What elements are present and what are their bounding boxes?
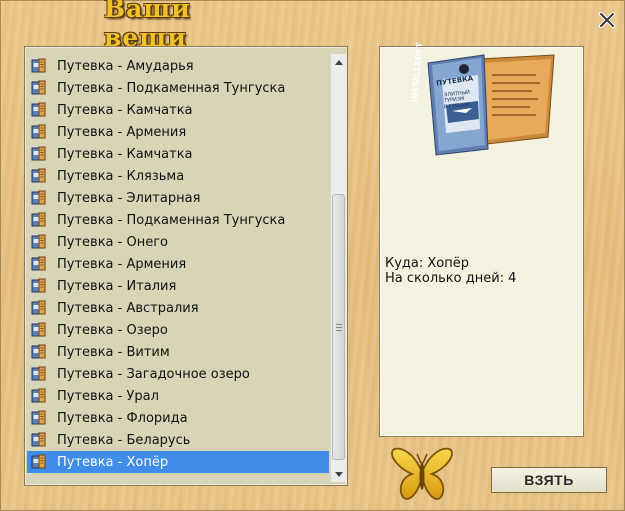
items-list: Путевка - Амударья Путевка - Подкаменная… (27, 55, 329, 473)
list-item-label: Путевка - Армения (57, 256, 187, 272)
items-list-panel: Путевка - Амударья Путевка - Подкаменная… (24, 46, 348, 486)
list-item[interactable]: Путевка - Элитарная (27, 187, 329, 209)
brochure-image (427, 54, 555, 156)
list-item-label: Путевка - Загадочное озеро (57, 366, 250, 382)
list-item-label: Путевка - Австралия (57, 300, 199, 316)
voucher-icon (31, 168, 46, 183)
list-item-label: Путевка - Онего (57, 234, 168, 250)
list-item-label: Путевка - Озеро (57, 322, 168, 338)
scroll-thumb[interactable] (332, 194, 345, 460)
list-item[interactable]: Путевка - Камчатка (27, 99, 329, 121)
window-title: Ваши вещи (104, 0, 191, 52)
list-item-label: Путевка - Армения (57, 124, 187, 140)
scroll-up-icon[interactable] (331, 54, 346, 70)
list-item[interactable]: Путевка - Подкаменная Тунгуска (27, 209, 329, 231)
list-item-label: Путевка - Хопёр (57, 454, 169, 470)
voucher-icon (31, 190, 46, 205)
list-item[interactable]: Путевка - Хопёр (27, 451, 329, 473)
list-item[interactable]: Путевка - Подкаменная Тунгуска (27, 77, 329, 99)
list-item-label: Путевка - Элитарная (57, 190, 201, 206)
voucher-icon (31, 366, 46, 381)
list-item-label: Путевка - Урал (57, 388, 159, 404)
list-item[interactable]: Путевка - Амударья (27, 55, 329, 77)
list-item-label: Путевка - Камчатка (57, 146, 193, 162)
voucher-icon (31, 124, 46, 139)
list-item-label: Путевка - Италия (57, 278, 177, 294)
voucher-icon (31, 454, 46, 469)
list-item-label: Путевка - Беларусь (57, 432, 191, 448)
list-item-label: Путевка - Подкаменная Тунгуска (57, 80, 286, 96)
voucher-icon (31, 388, 46, 403)
list-scrollbar[interactable] (330, 54, 346, 482)
list-item-label: Путевка - Клязьма (57, 168, 185, 184)
list-item[interactable]: Путевка - Камчатка (27, 143, 329, 165)
item-description: Куда: Хопёр На сколько дней: 4 (385, 256, 516, 286)
voucher-icon (31, 256, 46, 271)
voucher-icon (31, 80, 46, 95)
voucher-icon (31, 432, 46, 447)
duration-text: На сколько дней: 4 (385, 271, 517, 286)
list-item-label: Путевка - Витим (57, 344, 170, 360)
list-item[interactable]: Путевка - Беларусь (27, 429, 329, 451)
butterfly-icon (391, 447, 453, 500)
take-button[interactable]: ВЗЯТЬ (491, 467, 607, 493)
list-item[interactable]: Путевка - Витим (27, 341, 329, 363)
voucher-icon (31, 300, 46, 315)
list-item[interactable]: Путевка - Озеро (27, 319, 329, 341)
list-item[interactable]: Путевка - Урал (27, 385, 329, 407)
voucher-icon (31, 146, 46, 161)
list-item[interactable]: Путевка - Австралия (27, 297, 329, 319)
voucher-icon (31, 278, 46, 293)
list-item[interactable]: Путевка - Загадочное озеро (27, 363, 329, 385)
voucher-icon (31, 102, 46, 117)
voucher-icon (31, 410, 46, 425)
list-item[interactable]: Путевка - Клязьма (27, 165, 329, 187)
voucher-icon (31, 212, 46, 227)
destination-text: Куда: Хопёр (385, 256, 469, 271)
list-item-label: Путевка - Амударья (57, 58, 194, 74)
list-item[interactable]: Путевка - Армения (27, 121, 329, 143)
list-item[interactable]: Путевка - Армения (27, 253, 329, 275)
list-item-label: Путевка - Флорида (57, 410, 188, 426)
list-item-label: Путевка - Камчатка (57, 102, 193, 118)
list-item[interactable]: Путевка - Флорида (27, 407, 329, 429)
list-item-label: Путевка - Подкаменная Тунгуска (57, 212, 286, 228)
voucher-icon (31, 344, 46, 359)
close-icon[interactable] (597, 10, 617, 30)
inventory-window: Ваши вещи Путевка - Амударья Путевка - П… (0, 0, 625, 511)
list-item[interactable]: Путевка - Онего (27, 231, 329, 253)
voucher-icon (31, 234, 46, 249)
item-detail-panel: INSTALLSOFT ПУТЕВКА INSTALLSOFT ЭЛИТНЫЙ … (379, 42, 584, 437)
list-item[interactable]: Путевка - Италия (27, 275, 329, 297)
grip-icon (335, 323, 342, 331)
voucher-icon (31, 58, 46, 73)
voucher-icon (31, 322, 46, 337)
scroll-down-icon[interactable] (331, 466, 346, 482)
